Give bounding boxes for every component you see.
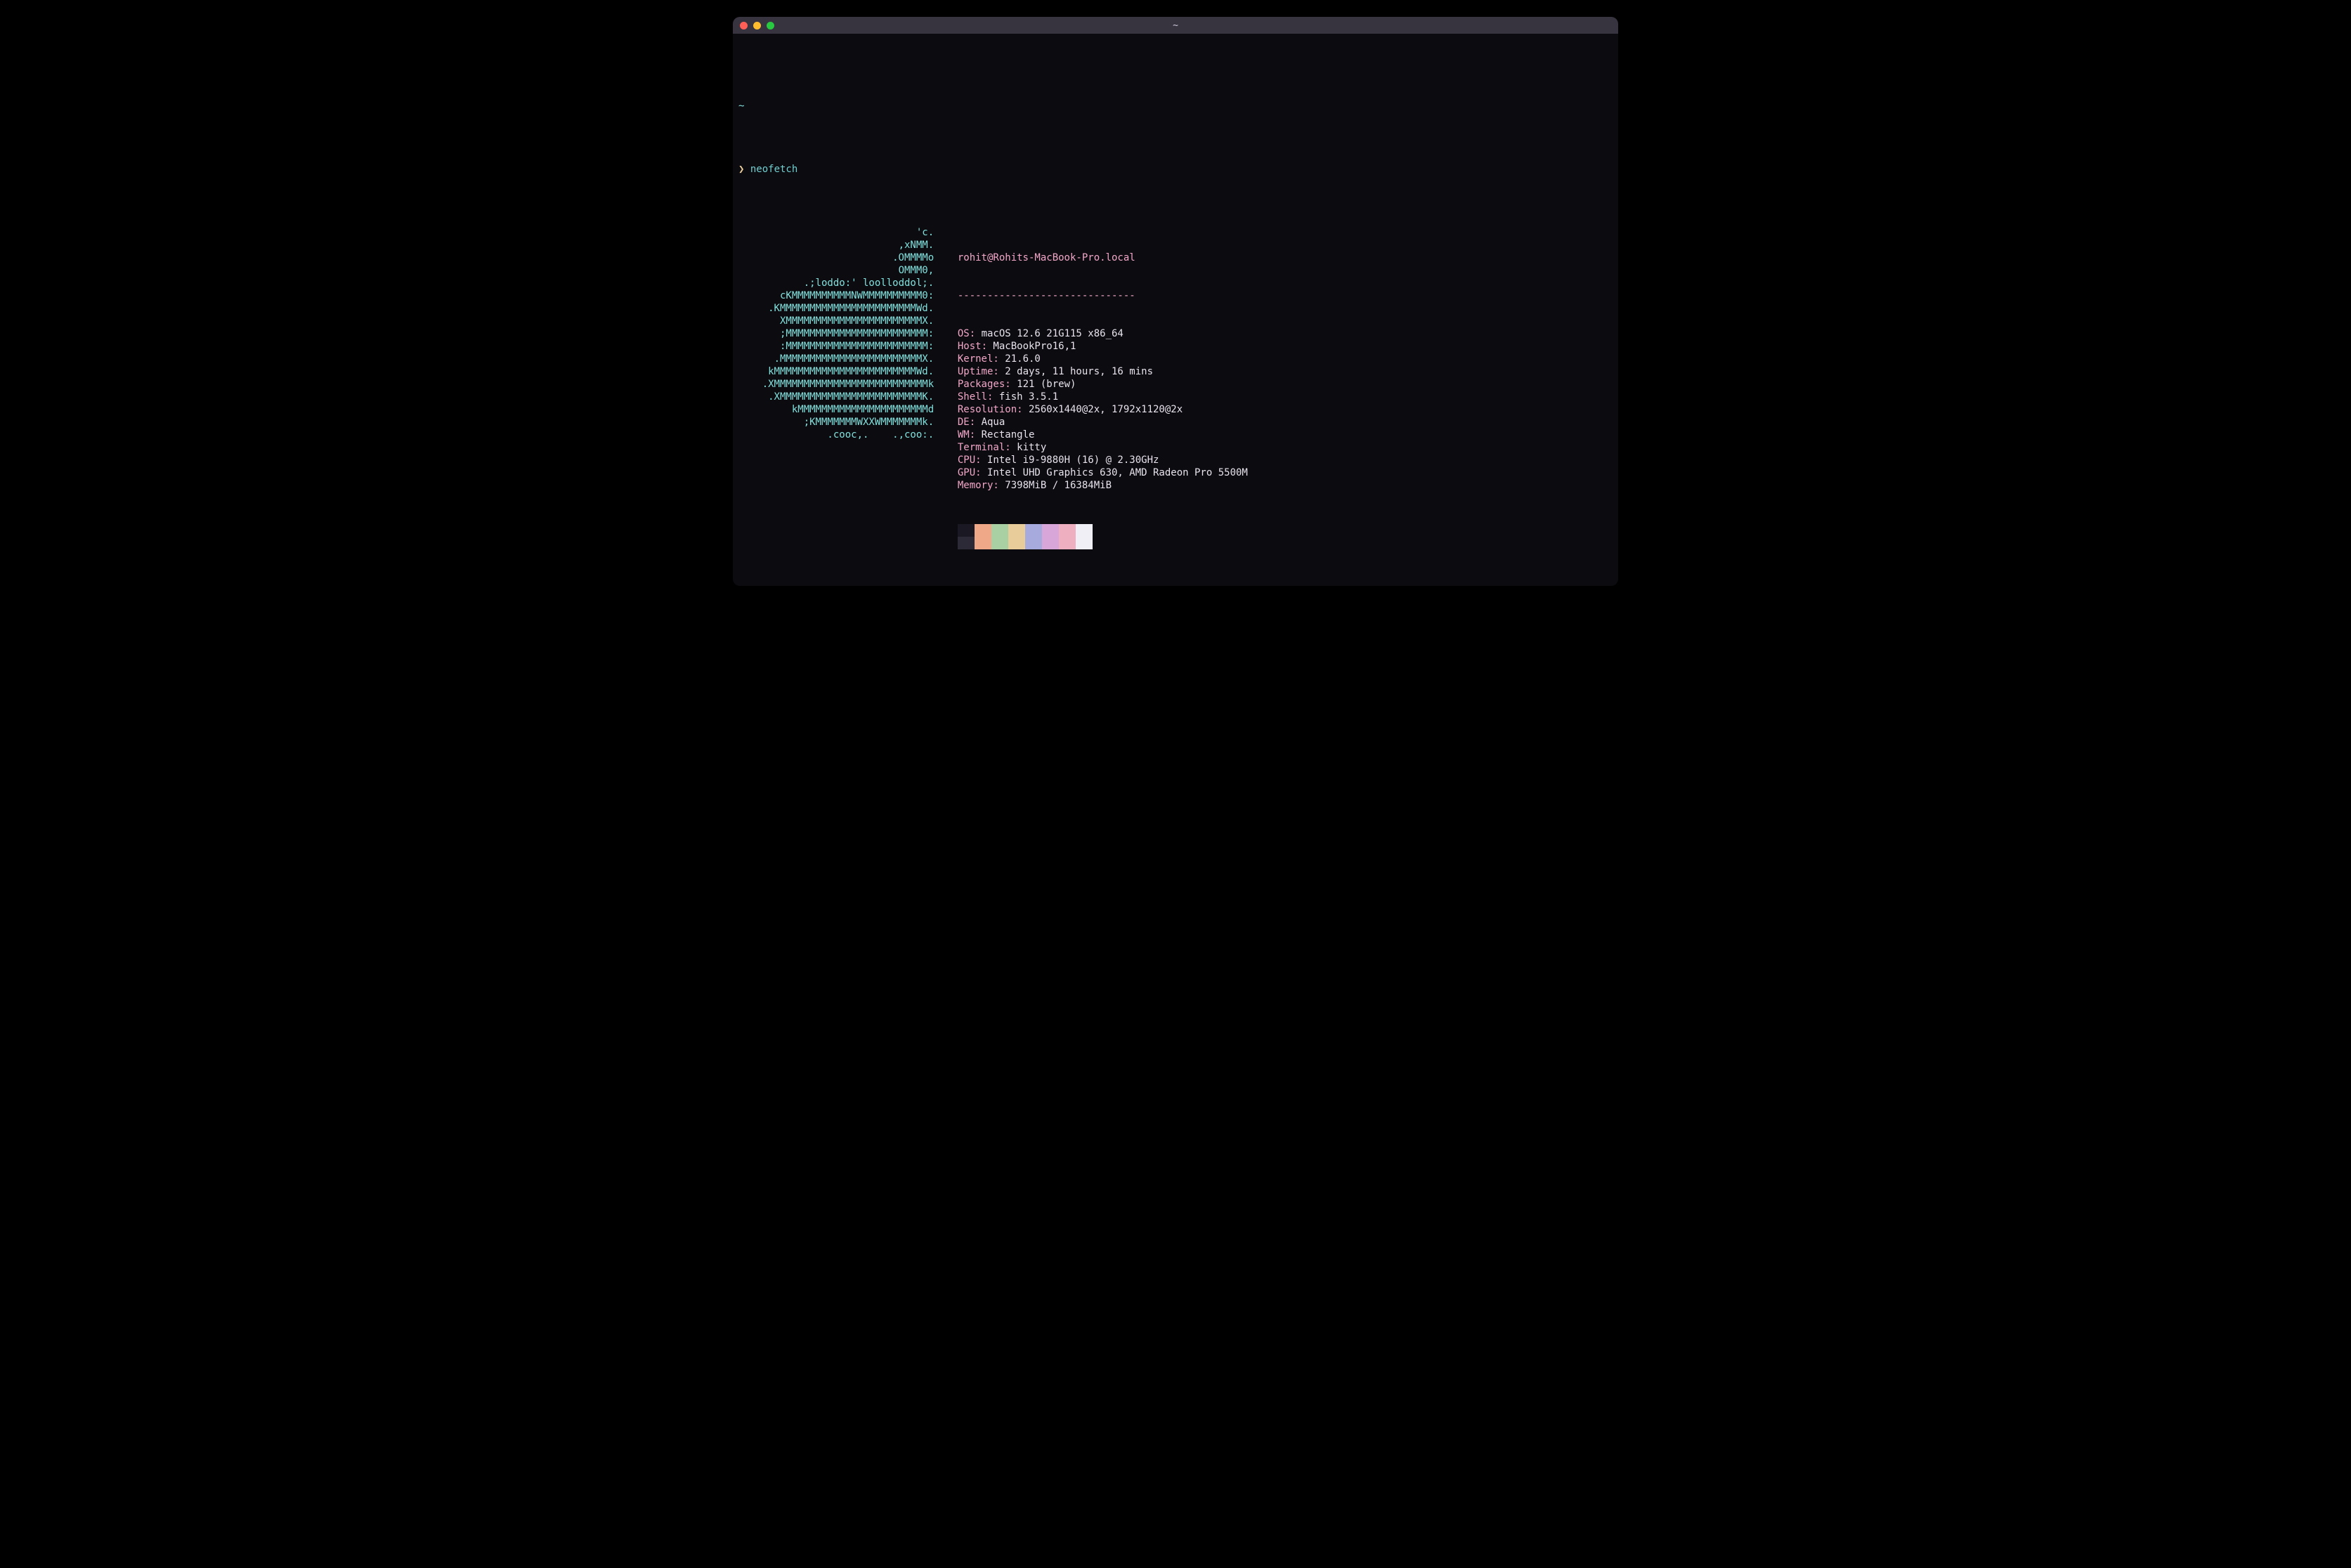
info-value: 2 days, 11 hours, 16 mins [1005, 366, 1153, 377]
info-key: DE [958, 417, 970, 428]
color-swatch [1025, 537, 1042, 549]
cwd-path: ~ [738, 100, 744, 112]
info-row: Memory: 7398MiB / 16384MiB [958, 479, 1248, 492]
info-value: Rectangle [982, 429, 1035, 440]
info-key: OS [958, 328, 970, 339]
info-key: Resolution [958, 404, 1017, 415]
info-key: Host [958, 341, 982, 352]
color-palette [958, 524, 1248, 549]
separator: ------------------------------ [958, 290, 1135, 301]
prompt-chevron-icon: ❯ [738, 163, 750, 176]
traffic-lights [733, 22, 774, 30]
user-host: rohit@Rohits-MacBook-Pro.local [958, 252, 1135, 263]
color-swatch [958, 524, 975, 537]
info-value: 2560x1440@2x, 1792x1120@2x [1029, 404, 1183, 415]
window-title: ~ [733, 20, 1618, 31]
color-swatch [1042, 537, 1059, 549]
terminal-window: ~ ~ ❯neofetch 'c. ,xNMM. .OMMMMo OMMM0, … [733, 17, 1618, 586]
info-key: Packages [958, 379, 1005, 390]
info-key: CPU [958, 455, 975, 466]
info-row: CPU: Intel i9-9880H (16) @ 2.30GHz [958, 454, 1248, 466]
ascii-art-logo: 'c. ,xNMM. .OMMMMo OMMM0, .;loddo:' lool… [738, 226, 940, 441]
info-key: Uptime [958, 366, 994, 377]
close-icon[interactable] [740, 22, 748, 30]
info-row: Resolution: 2560x1440@2x, 1792x1120@2x [958, 403, 1248, 416]
palette-row [958, 537, 1248, 549]
terminal-body[interactable]: ~ ❯neofetch 'c. ,xNMM. .OMMMMo OMMM0, .;… [733, 34, 1618, 586]
info-row: Terminal: kitty [958, 441, 1248, 454]
info-row: DE: Aqua [958, 416, 1248, 429]
minimize-icon[interactable] [753, 22, 761, 30]
color-swatch [1008, 537, 1025, 549]
info-value: MacBookPro16,1 [993, 341, 1076, 352]
color-swatch [991, 537, 1008, 549]
info-value: fish 3.5.1 [999, 391, 1058, 403]
info-key: Terminal [958, 442, 1005, 453]
color-swatch [991, 524, 1008, 537]
info-value: Intel i9-9880H (16) @ 2.30GHz [987, 455, 1159, 466]
color-swatch [1008, 524, 1025, 537]
color-swatch [1059, 537, 1076, 549]
info-value: 7398MiB / 16384MiB [1005, 480, 1112, 491]
info-row: OS: macOS 12.6 21G115 x86_64 [958, 327, 1248, 340]
info-row: GPU: Intel UHD Graphics 630, AMD Radeon … [958, 466, 1248, 479]
info-value: kitty [1017, 442, 1046, 453]
info-key: Memory [958, 480, 994, 491]
info-row: Packages: 121 (brew) [958, 378, 1248, 391]
info-key: Kernel [958, 353, 994, 365]
info-row: Uptime: 2 days, 11 hours, 16 mins [958, 365, 1248, 378]
color-swatch [1076, 524, 1093, 537]
color-swatch [975, 524, 991, 537]
color-swatch [1059, 524, 1076, 537]
info-value: macOS 12.6 21G115 x86_64 [982, 328, 1124, 339]
cwd-indicator: ~ [738, 100, 1613, 112]
maximize-icon[interactable] [767, 22, 774, 30]
color-swatch [1042, 524, 1059, 537]
info-value: 21.6.0 [1005, 353, 1041, 365]
info-value: 121 (brew) [1017, 379, 1076, 390]
info-row: WM: Rectangle [958, 429, 1248, 441]
info-value: Intel UHD Graphics 630, AMD Radeon Pro 5… [987, 467, 1248, 478]
info-row: Host: MacBookPro16,1 [958, 340, 1248, 353]
info-value: Aqua [982, 417, 1005, 428]
command-text: neofetch [750, 163, 797, 176]
color-swatch [958, 537, 975, 549]
info-row: Kernel: 21.6.0 [958, 353, 1248, 365]
color-swatch [1025, 524, 1042, 537]
info-key: Shell [958, 391, 987, 403]
info-key: WM [958, 429, 970, 440]
info-row: Shell: fish 3.5.1 [958, 391, 1248, 403]
color-swatch [975, 537, 991, 549]
system-info: rohit@Rohits-MacBook-Pro.local ---------… [940, 226, 1248, 575]
prompt-line: ❯neofetch [738, 163, 1613, 176]
neofetch-output: 'c. ,xNMM. .OMMMMo OMMM0, .;loddo:' lool… [738, 226, 1613, 575]
titlebar[interactable]: ~ [733, 17, 1618, 34]
palette-row [958, 524, 1248, 537]
color-swatch [1076, 537, 1093, 549]
info-key: GPU [958, 467, 975, 478]
